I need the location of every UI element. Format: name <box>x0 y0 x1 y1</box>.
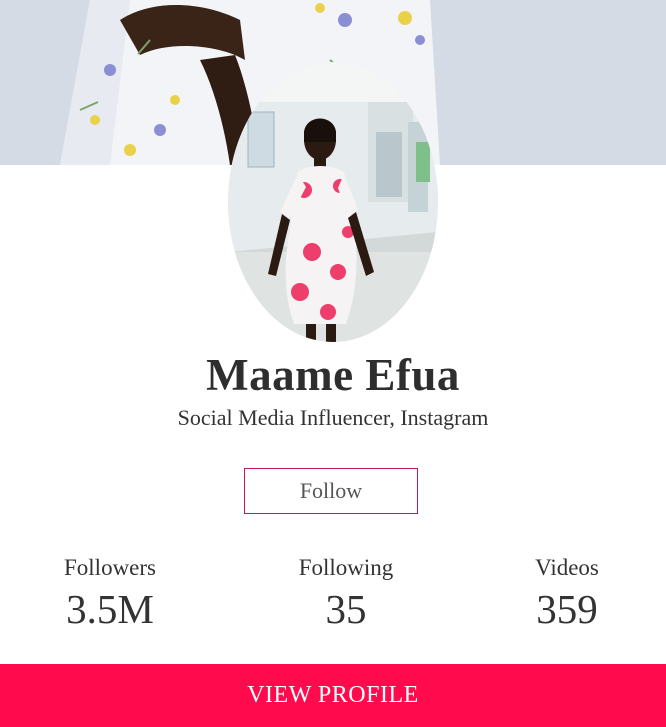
profile-name: Maame Efua <box>206 350 460 400</box>
stat-following-value: 35 <box>325 586 367 632</box>
view-profile-button[interactable]: VIEW PROFILE <box>0 664 666 727</box>
stat-videos: Videos 359 <box>497 554 637 632</box>
profile-avatar <box>228 62 438 342</box>
stat-followers-value: 3.5M <box>66 586 154 632</box>
stat-following-label: Following <box>298 555 394 580</box>
stat-videos-label: Videos <box>535 555 599 580</box>
stat-videos-value: 359 <box>536 586 598 632</box>
stat-followers-label: Followers <box>64 555 156 580</box>
profile-card: Maame Efua Social Media Influencer, Inst… <box>0 0 666 727</box>
stat-following: Following 35 <box>276 554 416 632</box>
follow-button[interactable]: Follow <box>244 468 418 514</box>
profile-title: Social Media Influencer, Instagram <box>177 405 489 430</box>
stat-followers: Followers 3.5M <box>40 554 180 632</box>
